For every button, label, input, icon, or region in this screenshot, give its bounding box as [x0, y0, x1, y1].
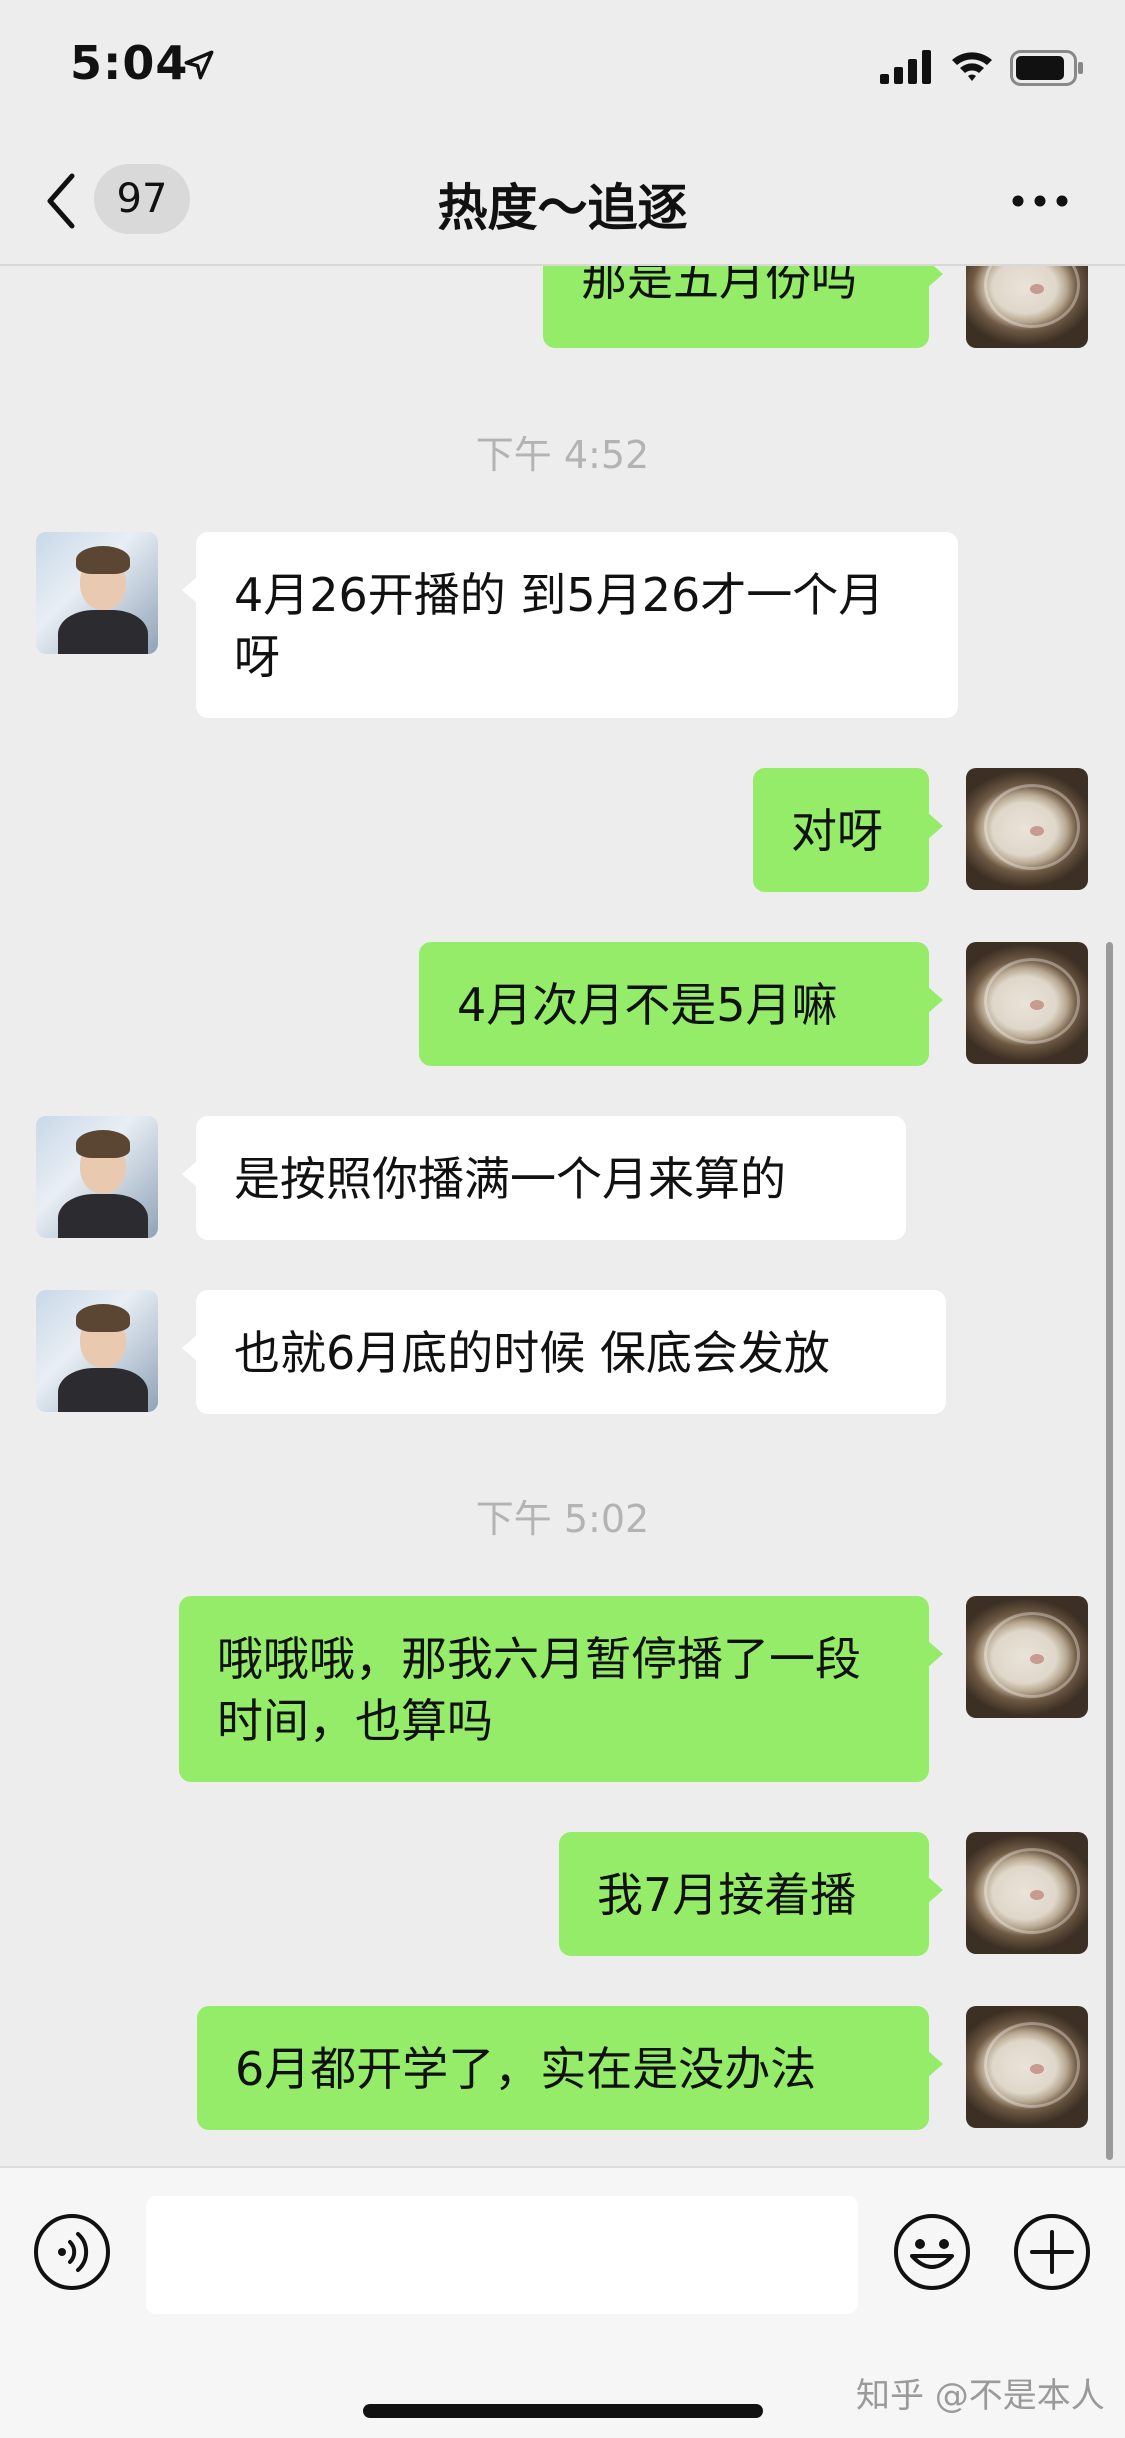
message-bubble[interactable]: 是按照你播满一个月来算的	[182, 1116, 906, 1240]
message-text: 对呀	[791, 804, 883, 858]
message-text: 6月都开学了，实在是没办法	[235, 2042, 817, 2096]
contact-avatar[interactable]	[36, 532, 158, 654]
status-bar: 5:04	[0, 0, 1125, 140]
status-time: 5:04	[70, 36, 189, 90]
contact-avatar[interactable]	[36, 1290, 158, 1412]
message-input[interactable]	[146, 2196, 858, 2314]
location-arrow-icon	[184, 50, 214, 80]
message-text: 那是五月份吗	[581, 266, 857, 306]
message-text: 也就6月底的时候 保底会发放	[234, 1326, 830, 1380]
signal-icon	[880, 50, 931, 84]
chat-title: 热度～追逐	[437, 179, 688, 237]
message-bubble[interactable]: 也就6月底的时候 保底会发放	[182, 1290, 946, 1414]
message-bubble[interactable]: 我7月接着播	[559, 1832, 943, 1956]
message-text: 我7月接着播	[597, 1868, 857, 1922]
my-avatar[interactable]	[966, 942, 1088, 1064]
battery-icon	[1010, 50, 1083, 86]
message-text: 哦哦哦，那我六月暂停播了一段时间，也算吗	[217, 1632, 861, 1748]
voice-icon[interactable]	[32, 2212, 112, 2292]
timestamp: 下午 4:52	[475, 433, 650, 477]
emoji-icon[interactable]	[892, 2212, 972, 2292]
message-text: 是按照你播满一个月来算的	[234, 1152, 786, 1206]
my-avatar[interactable]	[966, 266, 1088, 348]
my-avatar[interactable]	[966, 1596, 1088, 1718]
my-avatar[interactable]	[966, 768, 1088, 890]
message-bubble[interactable]: 那是五月份吗	[543, 266, 943, 348]
chat-area[interactable]: 那是五月份吗 下午 4:52 4月26开播的 到5月26才一个月呀 对呀 4月次…	[0, 266, 1125, 2164]
chat-scrollbar[interactable]	[1106, 942, 1113, 2160]
message-text: 4月次月不是5月嘛	[457, 978, 838, 1032]
home-indicator[interactable]	[363, 2404, 763, 2418]
my-avatar[interactable]	[966, 1832, 1088, 1954]
chat-header: 97 热度～追逐	[0, 140, 1125, 266]
plus-icon[interactable]	[1012, 2212, 1092, 2292]
message-text: 4月26开播的 到5月26才一个月呀	[234, 568, 885, 684]
message-bubble[interactable]: 对呀	[753, 768, 943, 892]
wifi-icon	[952, 52, 992, 81]
message-bubble[interactable]: 4月次月不是5月嘛	[419, 942, 943, 1066]
timestamp: 下午 5:02	[475, 1497, 650, 1541]
message-bubble[interactable]: 4月26开播的 到5月26才一个月呀	[182, 532, 958, 718]
more-dots-icon[interactable]	[1010, 186, 1070, 216]
my-avatar[interactable]	[966, 2006, 1088, 2128]
watermark: 知乎 @不是本人	[856, 2376, 1105, 2416]
contact-avatar[interactable]	[36, 1116, 158, 1238]
message-bubble[interactable]: 哦哦哦，那我六月暂停播了一段时间，也算吗	[179, 1596, 943, 1782]
input-bar: 知乎 @不是本人	[0, 2166, 1125, 2438]
message-bubble[interactable]: 6月都开学了，实在是没办法	[197, 2006, 943, 2130]
